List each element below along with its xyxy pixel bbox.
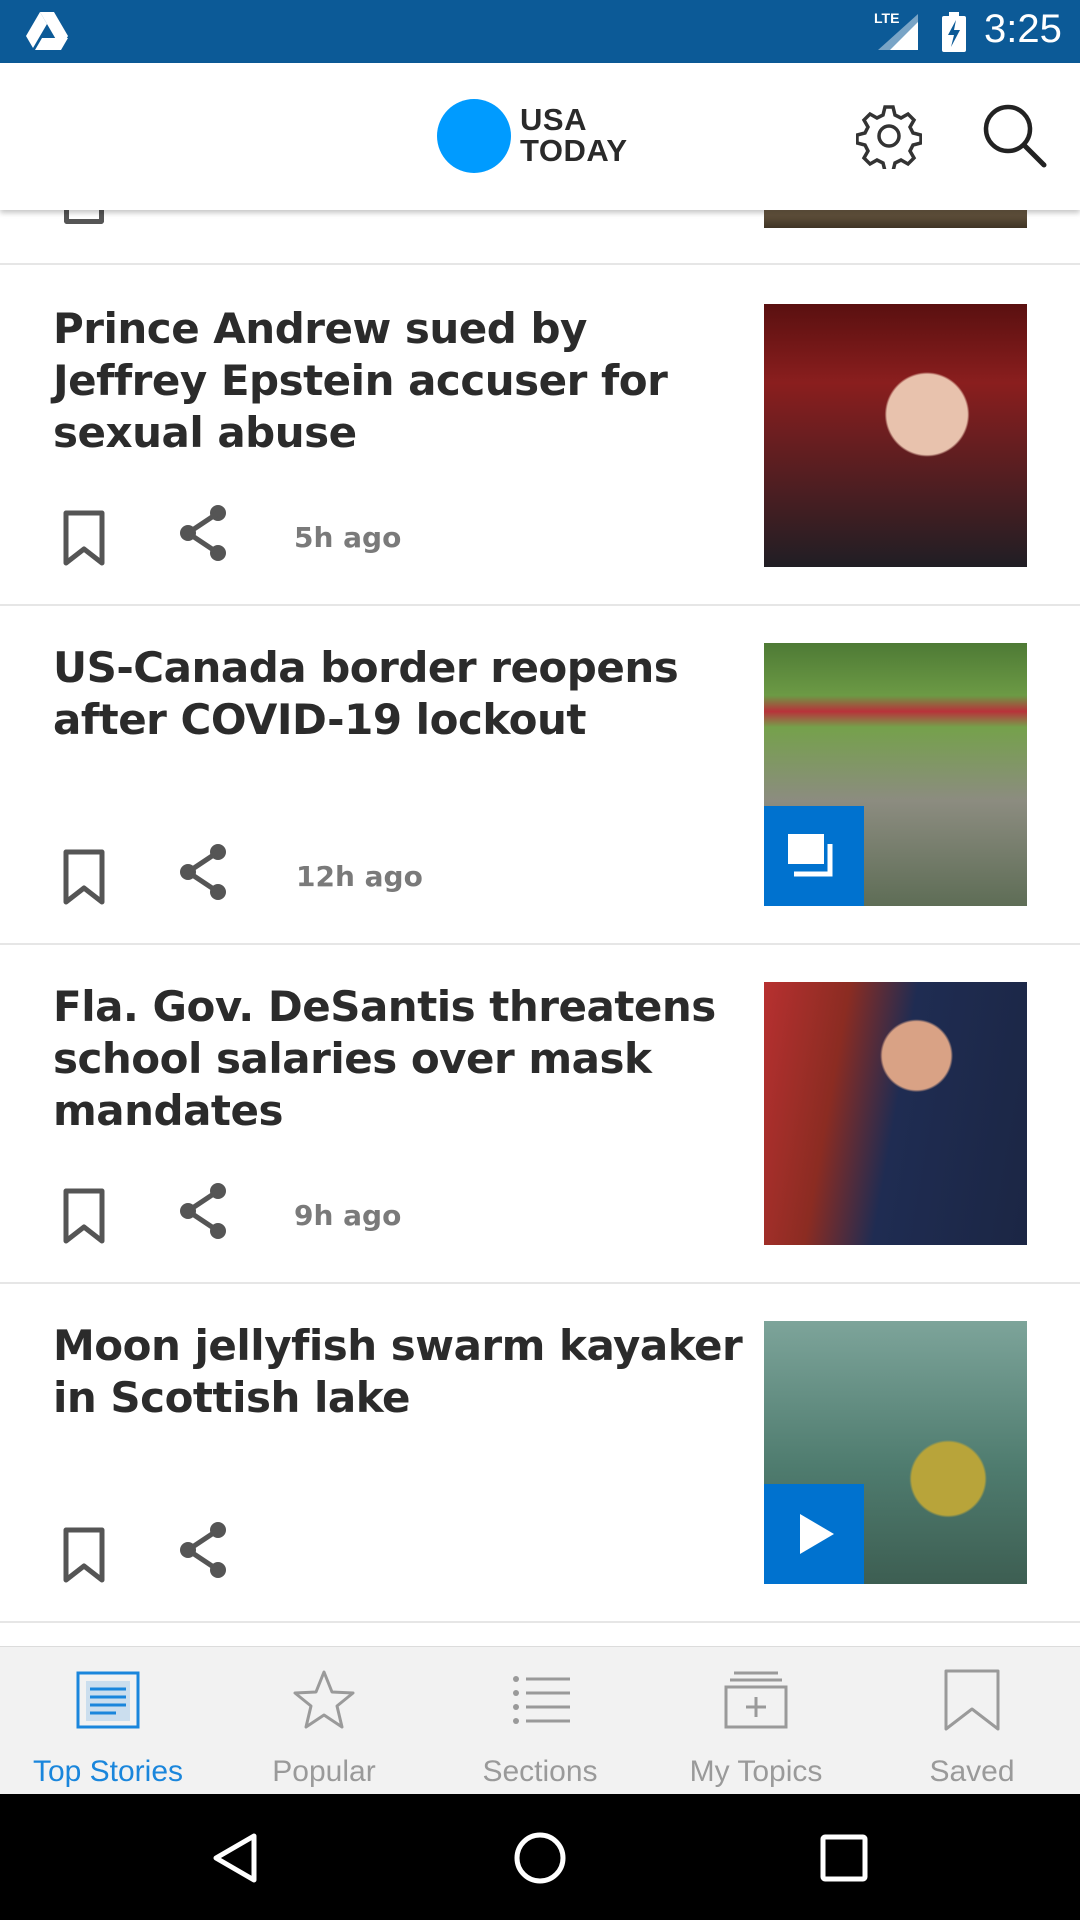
logo-line-usa: USA bbox=[520, 102, 587, 137]
bookmark-icon[interactable] bbox=[56, 507, 112, 567]
status-bar: LTE 3:25 bbox=[0, 0, 1080, 63]
share-icon[interactable] bbox=[176, 1520, 232, 1580]
system-navigation-bar bbox=[0, 1794, 1080, 1920]
app-header: USA TODAY bbox=[0, 63, 1080, 210]
gallery-icon bbox=[788, 834, 833, 877]
home-icon[interactable] bbox=[512, 1830, 568, 1886]
story-card-partial[interactable] bbox=[0, 210, 1080, 265]
nav-label: Saved bbox=[929, 1755, 1015, 1788]
nav-popular[interactable]: Popular bbox=[216, 1647, 432, 1795]
gallery-badge bbox=[764, 806, 864, 906]
back-icon[interactable] bbox=[208, 1830, 264, 1886]
battery-charging-icon bbox=[942, 12, 966, 52]
bookmark-icon[interactable] bbox=[56, 846, 112, 906]
story-headline[interactable]: Fla. Gov. DeSantis threatens school sala… bbox=[53, 981, 743, 1137]
bookmark-icon[interactable] bbox=[64, 210, 104, 224]
clock: 3:25 bbox=[984, 7, 1062, 51]
nav-label: My Topics bbox=[689, 1755, 823, 1788]
bookmark-icon[interactable] bbox=[56, 1185, 112, 1245]
story-card[interactable]: US-Canada border reopens after COVID-19 … bbox=[0, 606, 1080, 945]
story-card[interactable]: Fla. Gov. DeSantis threatens school sala… bbox=[0, 945, 1080, 1284]
story-feed[interactable]: Prince Andrew sued by Jeffrey Epstein ac… bbox=[0, 210, 1080, 1646]
recents-icon[interactable] bbox=[816, 1830, 872, 1886]
story-headline[interactable]: Prince Andrew sued by Jeffrey Epstein ac… bbox=[53, 303, 743, 459]
signal-icon bbox=[878, 14, 918, 50]
bookmark-icon[interactable] bbox=[56, 1524, 112, 1584]
drive-icon bbox=[26, 12, 68, 50]
story-thumbnail[interactable] bbox=[764, 304, 1027, 567]
story-card[interactable]: Prince Andrew sued by Jeffrey Epstein ac… bbox=[0, 267, 1080, 606]
nav-top-stories[interactable]: Top Stories bbox=[0, 1647, 216, 1795]
play-icon bbox=[800, 1514, 834, 1554]
usa-today-logo-dot bbox=[437, 99, 511, 173]
story-card[interactable]: Moon jellyfish swarm kayaker in Scottish… bbox=[0, 1284, 1080, 1623]
nav-label: Sections bbox=[482, 1755, 598, 1788]
share-icon[interactable] bbox=[176, 842, 232, 902]
share-icon[interactable] bbox=[176, 1181, 232, 1241]
nav-saved[interactable]: Saved bbox=[864, 1647, 1080, 1795]
bottom-navigation: Top Stories Popular Sections My Topics S… bbox=[0, 1646, 1080, 1794]
star-icon bbox=[293, 1670, 355, 1729]
list-icon bbox=[513, 1676, 570, 1724]
nav-label: Popular bbox=[272, 1755, 376, 1788]
story-thumbnail[interactable] bbox=[764, 982, 1027, 1245]
top-stories-icon bbox=[76, 1671, 140, 1729]
logo-line-today: TODAY bbox=[520, 133, 628, 168]
story-thumbnail[interactable] bbox=[764, 1321, 1027, 1584]
settings-gear-icon[interactable] bbox=[856, 103, 922, 169]
add-topic-icon bbox=[724, 1671, 788, 1729]
search-icon[interactable] bbox=[980, 101, 1048, 169]
share-icon[interactable] bbox=[176, 503, 232, 563]
nav-sections[interactable]: Sections bbox=[432, 1647, 648, 1795]
usa-today-logo: USA TODAY bbox=[520, 104, 628, 166]
story-thumbnail[interactable] bbox=[764, 643, 1027, 906]
story-thumbnail[interactable] bbox=[764, 210, 1027, 228]
nav-my-topics[interactable]: My Topics bbox=[648, 1647, 864, 1795]
story-timestamp: 12h ago bbox=[296, 860, 423, 893]
story-headline[interactable]: Moon jellyfish swarm kayaker in Scottish… bbox=[53, 1320, 743, 1424]
story-headline[interactable]: US-Canada border reopens after COVID-19 … bbox=[53, 642, 743, 746]
bookmark-icon bbox=[944, 1669, 1000, 1731]
story-timestamp: 9h ago bbox=[294, 1199, 402, 1232]
video-badge bbox=[764, 1484, 864, 1584]
story-timestamp: 5h ago bbox=[294, 521, 402, 554]
nav-label: Top Stories bbox=[32, 1755, 184, 1788]
